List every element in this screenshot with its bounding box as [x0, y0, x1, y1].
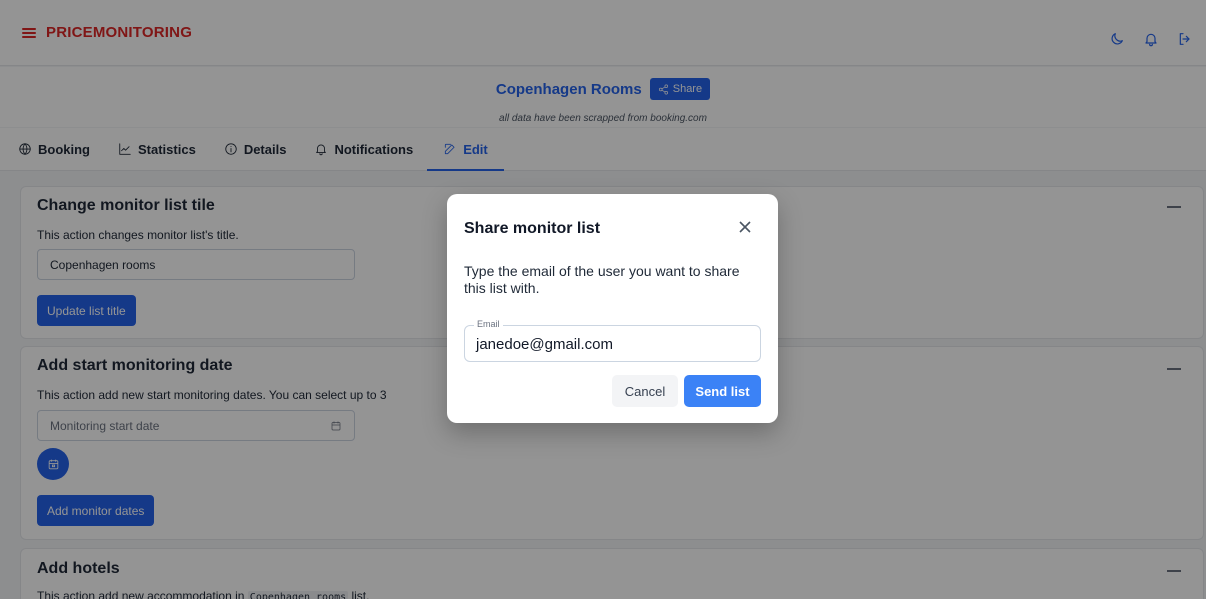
- dialog-description: Type the email of the user you want to s…: [464, 263, 740, 296]
- share-monitor-list-dialog: Share monitor list Type the email of the…: [447, 194, 778, 423]
- dialog-title: Share monitor list: [464, 220, 601, 237]
- close-icon[interactable]: [738, 220, 752, 234]
- send-list-button[interactable]: Send list: [684, 375, 761, 407]
- email-field[interactable]: Email janedoe@gmail.com: [464, 319, 761, 362]
- email-label: Email: [474, 319, 503, 329]
- cancel-button[interactable]: Cancel: [612, 375, 678, 407]
- email-value[interactable]: janedoe@gmail.com: [476, 336, 613, 353]
